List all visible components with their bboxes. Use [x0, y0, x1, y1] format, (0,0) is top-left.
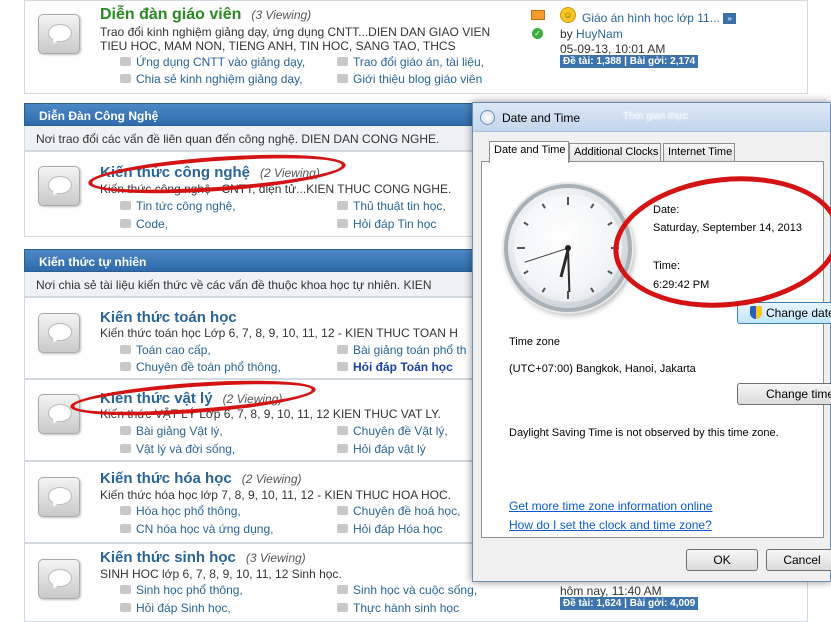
- go-to-last-post-icon[interactable]: »: [723, 13, 737, 25]
- subforum-link[interactable]: Hỏi đáp Sinh học,: [120, 601, 231, 615]
- clock-tick: [523, 221, 529, 226]
- clock-face: [514, 194, 622, 302]
- subforum-link[interactable]: Hỏi đáp Hóa học: [337, 522, 442, 536]
- viewing-count: (2 Viewing): [241, 472, 302, 486]
- subforum-link[interactable]: Chuyên đề hoá học,: [337, 504, 460, 518]
- subforum-link[interactable]: Thực hành sinh học: [337, 601, 459, 615]
- clock-second-hand: [524, 247, 569, 263]
- forum-status-icon: [38, 14, 80, 54]
- subforum-link[interactable]: Bài giảng toán phổ th: [337, 343, 466, 357]
- forum-status-icon: [38, 477, 80, 517]
- subforum-link[interactable]: CN hóa học và ứng dụng,: [120, 522, 273, 536]
- change-date-button[interactable]: Change date: [737, 302, 831, 324]
- clock-minute-hand: [567, 247, 571, 293]
- last-post-author: by HuyNam: [560, 27, 623, 41]
- subforum-link[interactable]: Chuyên đề Vật lý,: [337, 424, 448, 438]
- dialog-titlebar[interactable]: Date and Time Thời gian thực: [473, 103, 830, 132]
- subforum-link[interactable]: Tin tức công nghệ,: [120, 199, 236, 213]
- admin-shield-icon: [750, 306, 762, 319]
- forum-row-giao-vien: Diễn đàn giáo viên (3 Viewing) Trao đổi k…: [24, 0, 808, 94]
- subforum-link[interactable]: Sinh học phổ thông,: [120, 583, 243, 597]
- clock-tick: [523, 270, 529, 275]
- clock-tick: [541, 203, 546, 209]
- subforum-link[interactable]: Hóa học phổ thông,: [120, 504, 241, 518]
- rss-icon[interactable]: [531, 10, 545, 20]
- subforum-link[interactable]: Chuyên đề toán phổ thông,: [120, 360, 281, 374]
- timezone-info-link[interactable]: Get more time zone information online: [509, 499, 712, 513]
- forum-desc-line2: TIEU HOC, MAM NON, TIENG ANH, TIN HOC, S…: [100, 39, 456, 53]
- online-status-icon: ✓: [532, 28, 543, 39]
- forum-desc: Kiến thức hóa học lớp 7, 8, 9, 10, 11, 1…: [100, 488, 451, 502]
- clock-tick: [541, 287, 546, 293]
- date-time-dialog: Date and Time Thời gian thực Date and Ti…: [472, 102, 831, 582]
- forum-status-icon: [38, 166, 80, 206]
- clock-icon: [480, 110, 495, 125]
- clock-hub: [565, 245, 571, 251]
- forum-title-giao-vien[interactable]: Diễn đàn giáo viên (3 Viewing): [100, 6, 311, 24]
- forum-title-sinh-hoc[interactable]: Kiến thức sinh học (3 Viewing): [100, 549, 306, 566]
- last-post-title[interactable]: Giáo án hình học lớp 11... »: [582, 11, 737, 25]
- timezone-label: Time zone: [509, 336, 560, 348]
- forum-desc-line1: Trao đổi kinh nghiệm giảng dạy, ứng dụng…: [100, 25, 491, 39]
- last-post-user-link[interactable]: HuyNam: [576, 27, 623, 41]
- clock-tick: [567, 291, 569, 299]
- last-post-time: hôm nay, 11:40 AM: [560, 584, 662, 598]
- subforum-link[interactable]: Sinh học và cuộc sống,: [337, 583, 477, 597]
- help-link[interactable]: How do I set the clock and time zone?: [509, 518, 712, 532]
- dst-text: Daylight Saving Time is not observed by …: [509, 427, 779, 439]
- subforum-link[interactable]: Vật lý và đời sống,: [120, 442, 235, 456]
- dialog-ghost-text: Thời gian thực: [623, 111, 688, 122]
- tab-additional-clocks[interactable]: Additional Clocks: [569, 143, 661, 162]
- subforum-link[interactable]: Chia sẻ kinh nghiệm giảng dạy,: [120, 72, 303, 86]
- forum-stats: Đề tài: 1,624 | Bài gởi: 4,009: [560, 597, 699, 610]
- forum-desc: Kiến thức toán học Lớp 6, 7, 8, 9, 10, 1…: [100, 326, 458, 340]
- change-timezone-button[interactable]: Change time: [737, 383, 831, 405]
- forum-title-hoa-hoc[interactable]: Kiến thức hóa học (2 Viewing): [100, 470, 302, 487]
- subforum-link[interactable]: Toán cao cấp,: [120, 343, 211, 357]
- subforum-link[interactable]: Hỏi đáp Tin học: [337, 217, 436, 231]
- smiley-icon: ☺: [560, 7, 576, 23]
- subforum-link[interactable]: Trao đổi giáo án, tài liệu,: [337, 55, 484, 69]
- forum-stats: Đề tài: 1,388 | Bài gởi: 2,174: [560, 55, 699, 68]
- clock-tick: [590, 203, 595, 209]
- forum-desc: SINH HOC lớp 6, 7, 8, 9, 10, 11, 12 Sinh…: [100, 567, 342, 581]
- cancel-button[interactable]: Cancel: [766, 549, 831, 571]
- tab-internet-time[interactable]: Internet Time: [663, 143, 735, 162]
- clock-tick: [607, 270, 613, 275]
- forum-title-toan-hoc[interactable]: Kiến thức toán học: [100, 309, 237, 326]
- timezone-value: (UTC+07:00) Bangkok, Hanoi, Jakarta: [509, 363, 696, 375]
- viewing-count: (3 Viewing): [245, 551, 306, 565]
- viewing-count: (3 Viewing): [251, 8, 312, 22]
- clock-tick: [567, 197, 569, 205]
- clock-tick: [607, 221, 613, 226]
- forum-status-icon: [38, 313, 80, 353]
- subforum-link[interactable]: Giới thiệu blog giáo viên: [337, 72, 482, 86]
- forum-status-icon: [38, 559, 80, 599]
- tab-date-and-time[interactable]: Date and Time: [489, 141, 569, 163]
- ok-button[interactable]: OK: [686, 549, 758, 571]
- subforum-link[interactable]: Ứng dụng CNTT vào giảng dạy,: [120, 55, 305, 69]
- dialog-title: Date and Time: [502, 111, 581, 125]
- subforum-link[interactable]: Bài giảng Vật lý,: [120, 424, 223, 438]
- subforum-link[interactable]: Thủ thuật tin học,: [337, 199, 446, 213]
- forum-status-icon: [38, 394, 80, 434]
- clock-tick: [517, 247, 525, 249]
- last-post-time: 05-09-13, 10:01 AM: [560, 42, 666, 56]
- subforum-link[interactable]: Hỏi đáp Toán học: [337, 360, 453, 374]
- subforum-link[interactable]: Code,: [120, 217, 168, 231]
- subforum-link[interactable]: Hỏi đáp vật lý: [337, 442, 426, 456]
- clock-tick: [590, 287, 595, 293]
